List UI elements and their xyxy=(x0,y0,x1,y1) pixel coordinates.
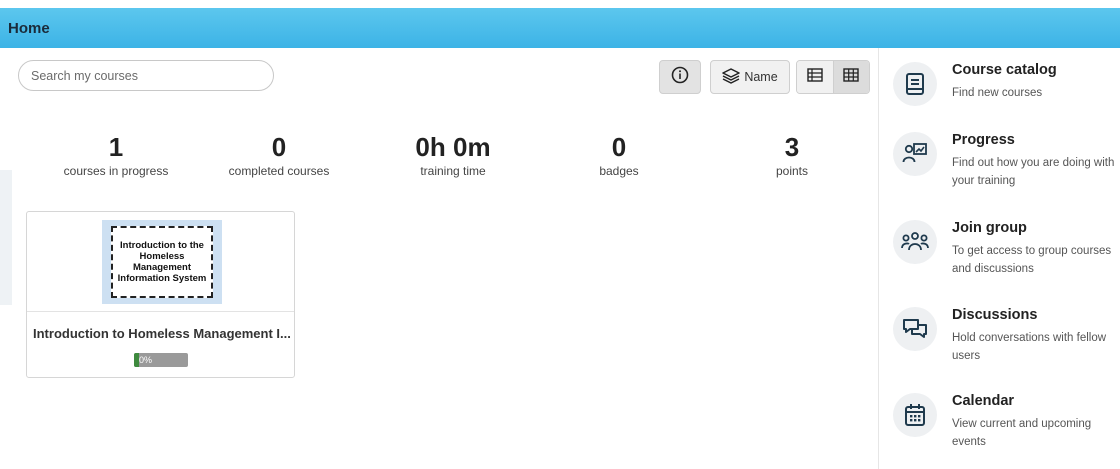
sidebar-item-title: Discussions xyxy=(952,307,1038,323)
stat-label: points xyxy=(775,164,809,178)
course-card[interactable]: Introduction to the Homeless Management … xyxy=(26,211,295,378)
course-thumbnail-text: Introduction to the Homeless Management … xyxy=(111,226,213,298)
sort-button[interactable]: Name xyxy=(710,60,790,94)
sidebar-item-desc: View current and upcoming events xyxy=(952,418,1092,448)
calendar-icon xyxy=(893,393,937,437)
sidebar-item-title: Progress xyxy=(952,132,1015,148)
list-view-button[interactable] xyxy=(797,61,833,93)
group-icon xyxy=(893,220,937,264)
stat-value: 3 xyxy=(784,132,800,162)
info-icon xyxy=(671,66,689,89)
grid-view-button[interactable] xyxy=(832,61,869,93)
header-bar: Home xyxy=(0,8,1120,48)
grid-view-icon xyxy=(843,67,859,87)
stat-completed-courses: 0 completed courses xyxy=(189,132,369,178)
stat-value: 0h 0m xyxy=(415,132,491,162)
stat-value: 1 xyxy=(108,132,124,162)
main-content: Name 1 courses in progress 0 completed xyxy=(12,48,878,469)
sidebar-item-title: Course catalog xyxy=(952,62,1057,78)
stat-value: 0 xyxy=(611,132,627,162)
divider xyxy=(27,311,294,312)
stat-badges: 0 badges xyxy=(529,132,709,178)
chat-icon xyxy=(893,307,937,351)
stat-value: 0 xyxy=(271,132,287,162)
stat-label: badges xyxy=(599,164,639,178)
top-strip xyxy=(0,0,1120,8)
layers-icon xyxy=(722,67,741,87)
stat-label: completed courses xyxy=(228,164,330,178)
page-title: Home xyxy=(8,19,50,37)
stat-courses-in-progress: 1 courses in progress xyxy=(26,132,206,178)
sidebar-item-desc: Hold conversations with fellow users xyxy=(952,332,1107,362)
stats-row: 1 courses in progress 0 completed course… xyxy=(12,132,878,182)
view-toggle xyxy=(796,60,870,94)
list-view-icon xyxy=(807,67,823,87)
page: Home Name xyxy=(0,0,1120,469)
sidebar-item-desc: Find out how you are doing with your tra… xyxy=(952,157,1115,187)
course-progress-bar: 0% xyxy=(134,353,188,367)
info-button[interactable] xyxy=(659,60,701,94)
sidebar: Course catalog Find new courses Progress… xyxy=(878,48,1120,469)
stat-label: courses in progress xyxy=(63,164,169,178)
sidebar-item-desc: Find new courses xyxy=(952,87,1043,99)
sidebar-item-desc: To get access to group courses and discu… xyxy=(952,245,1112,275)
left-edge-panel xyxy=(0,170,12,305)
sort-label: Name xyxy=(744,70,778,84)
course-title[interactable]: Introduction to Homeless Management I... xyxy=(33,326,291,341)
progress-chart-icon xyxy=(893,132,937,176)
book-icon xyxy=(893,62,937,106)
search-input[interactable] xyxy=(18,60,274,91)
progress-label: 0% xyxy=(139,355,153,365)
sidebar-item-title: Calendar xyxy=(952,393,1015,409)
stat-training-time: 0h 0m training time xyxy=(363,132,543,178)
stat-points: 3 points xyxy=(702,132,882,178)
sidebar-item-title: Join group xyxy=(952,220,1027,236)
stat-label: training time xyxy=(420,164,486,178)
course-thumbnail[interactable]: Introduction to the Homeless Management … xyxy=(102,220,222,304)
